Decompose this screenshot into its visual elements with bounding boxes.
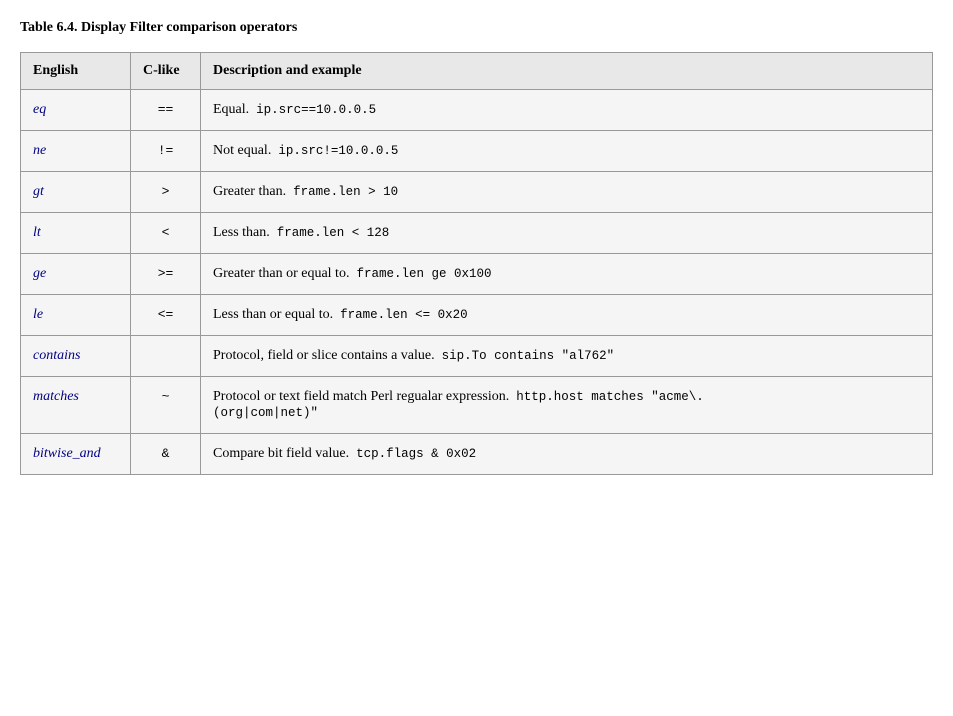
header-description: Description and example	[201, 53, 933, 90]
cell-desc-lt: Less than. frame.len < 128	[201, 213, 933, 254]
cell-desc-le: Less than or equal to. frame.len <= 0x20	[201, 295, 933, 336]
cell-clike-matches: ~	[131, 377, 201, 434]
cell-desc-ne: Not equal. ip.src!=10.0.0.5	[201, 131, 933, 172]
cell-clike-le: <=	[131, 295, 201, 336]
page-title: Table 6.4. Display Filter comparison ope…	[20, 20, 933, 36]
header-english: English	[21, 53, 131, 90]
cell-english-bitwise: bitwise_and	[21, 434, 131, 475]
cell-desc-gt: Greater than. frame.len > 10	[201, 172, 933, 213]
cell-english-le: le	[21, 295, 131, 336]
header-clike: C-like	[131, 53, 201, 90]
cell-desc-bitwise: Compare bit field value. tcp.flags & 0x0…	[201, 434, 933, 475]
cell-clike-ne: !=	[131, 131, 201, 172]
table-row: eq == Equal. ip.src==10.0.0.5	[21, 90, 933, 131]
cell-clike-eq: ==	[131, 90, 201, 131]
cell-english-gt: gt	[21, 172, 131, 213]
table-row: ne != Not equal. ip.src!=10.0.0.5	[21, 131, 933, 172]
table-row: le <= Less than or equal to. frame.len <…	[21, 295, 933, 336]
cell-desc-contains: Protocol, field or slice contains a valu…	[201, 336, 933, 377]
table-row: contains Protocol, field or slice contai…	[21, 336, 933, 377]
comparison-operators-table: English C-like Description and example e…	[20, 52, 933, 475]
table-row: gt > Greater than. frame.len > 10	[21, 172, 933, 213]
cell-clike-contains	[131, 336, 201, 377]
cell-english-ge: ge	[21, 254, 131, 295]
cell-desc-matches: Protocol or text field match Perl regual…	[201, 377, 933, 434]
table-row: ge >= Greater than or equal to. frame.le…	[21, 254, 933, 295]
table-row: matches ~ Protocol or text field match P…	[21, 377, 933, 434]
table-row: bitwise_and & Compare bit field value. t…	[21, 434, 933, 475]
cell-desc-ge: Greater than or equal to. frame.len ge 0…	[201, 254, 933, 295]
cell-english-ne: ne	[21, 131, 131, 172]
table-header-row: English C-like Description and example	[21, 53, 933, 90]
cell-desc-eq: Equal. ip.src==10.0.0.5	[201, 90, 933, 131]
cell-clike-ge: >=	[131, 254, 201, 295]
cell-clike-lt: <	[131, 213, 201, 254]
cell-english-matches: matches	[21, 377, 131, 434]
table-row: lt < Less than. frame.len < 128	[21, 213, 933, 254]
cell-clike-gt: >	[131, 172, 201, 213]
cell-english-lt: lt	[21, 213, 131, 254]
cell-english-eq: eq	[21, 90, 131, 131]
cell-english-contains: contains	[21, 336, 131, 377]
cell-clike-bitwise: &	[131, 434, 201, 475]
